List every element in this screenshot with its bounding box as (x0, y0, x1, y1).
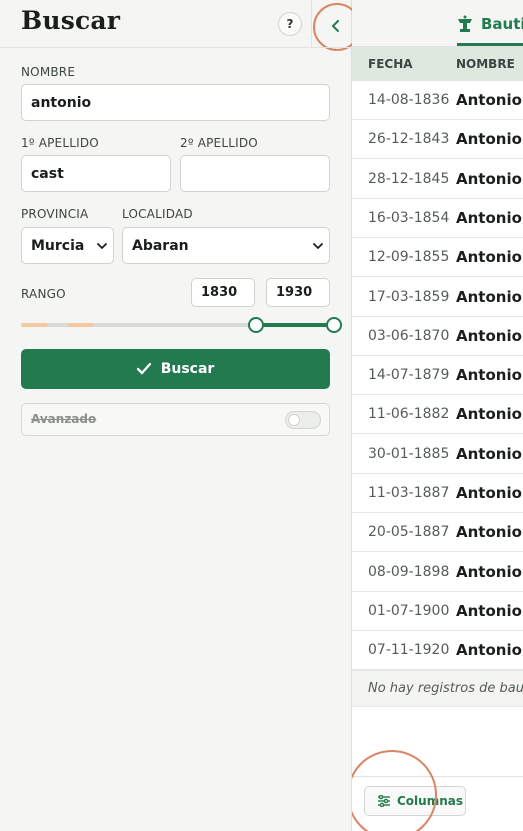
row-nombre: Antonio (456, 562, 522, 581)
table-row[interactable]: 26-12-1843 Antonio (352, 120, 523, 160)
row-nombre: Antonio F (456, 208, 523, 227)
row-nombre: Antonio (456, 130, 522, 149)
row-nombre: Antonio E (456, 366, 523, 385)
row-fecha: 11-06-1882 (368, 406, 450, 423)
apellido1-label: 1º APELLIDO (21, 136, 99, 150)
page-title: Buscar (21, 6, 121, 35)
check-icon (136, 363, 151, 375)
table-row[interactable]: 08-09-1898 Antonio (352, 553, 523, 592)
rango-slider-fill (256, 323, 334, 327)
advanced-toggle-row[interactable]: Avanzado (21, 403, 330, 436)
no-records-row: No hay registros de bautismos (352, 670, 523, 707)
rango-label: RANGO (21, 287, 66, 301)
row-fecha: 20-05-1887 (368, 524, 450, 541)
rango-slider-mark (21, 323, 47, 327)
chevron-down-icon (97, 242, 107, 249)
table-row[interactable]: 14-07-1879 Antonio E (352, 356, 523, 396)
tab-label: Bautismos (481, 14, 523, 33)
row-fecha: 16-03-1854 (368, 209, 450, 226)
table-row[interactable]: 12-09-1855 Antonio L (352, 238, 523, 278)
table-header: FECHA NOMBRE (352, 47, 523, 81)
chevron-left-icon (332, 20, 339, 32)
row-nombre: Antonio F (456, 287, 523, 306)
row-nombre: Antonio L (456, 248, 523, 267)
results-panel: Bautismos FECHA NOMBRE 14-08-1836 Antonio… (352, 0, 523, 831)
apellido2-input[interactable] (180, 155, 330, 192)
row-nombre: Antonio E (456, 405, 523, 424)
results-footer: Columnas (352, 750, 523, 831)
app-root: Buscar ? NOMBRE antonio 1º APELLIDO cast… (0, 0, 523, 831)
row-fecha: 11-03-1887 (368, 485, 450, 501)
row-nombre: Antonio E (456, 484, 523, 502)
apellido1-input[interactable]: cast (21, 155, 171, 192)
provincia-value: Murcia (31, 237, 85, 254)
row-fecha: 26-12-1843 (368, 131, 450, 148)
row-fecha: 28-12-1845 (368, 170, 450, 187)
advanced-toggle[interactable] (285, 411, 321, 429)
column-header-nombre[interactable]: NOMBRE (456, 57, 515, 71)
row-fecha: 01-07-1900 (368, 602, 450, 619)
row-fecha: 14-07-1879 (368, 367, 450, 384)
search-button[interactable]: Buscar (21, 349, 330, 389)
rango-slider-thumb-from[interactable] (248, 317, 264, 333)
tab-active-indicator (457, 43, 523, 46)
toggle-knob (288, 414, 300, 426)
table-row[interactable]: 07-11-1920 Antonio (352, 631, 523, 671)
baptismal-font-icon (458, 15, 472, 32)
row-nombre: Antonio (456, 444, 522, 463)
row-fecha: 08-09-1898 (368, 563, 450, 580)
table-row[interactable]: 11-03-1887 Antonio E (352, 474, 523, 513)
header-divider (311, 0, 312, 47)
table-row[interactable]: 03-06-1870 Antonio I (352, 317, 523, 356)
help-icon: ? (286, 17, 294, 31)
rango-slider-mark (68, 323, 94, 327)
row-fecha: 30-01-1885 (368, 445, 450, 462)
no-records-text: No hay registros de bautismos (368, 681, 523, 696)
rango-slider-thumb-to[interactable] (326, 317, 342, 333)
table-row[interactable]: 01-07-1900 Antonio C (352, 592, 523, 631)
search-button-label: Buscar (160, 361, 215, 377)
search-panel: Buscar ? NOMBRE antonio 1º APELLIDO cast… (0, 0, 361, 831)
tab-bautismos[interactable]: Bautismos (457, 0, 523, 47)
provincia-select[interactable]: Murcia (21, 227, 114, 264)
row-nombre: Antonio (456, 91, 522, 109)
row-nombre: Antonio (456, 523, 522, 542)
row-fecha: 07-11-1920 (368, 642, 450, 659)
header-separator (0, 47, 352, 48)
table-row[interactable]: 16-03-1854 Antonio F (352, 199, 523, 238)
nombre-input[interactable]: antonio (21, 84, 330, 121)
apellido2-label: 2º APELLIDO (180, 136, 258, 150)
highlight-ring (352, 750, 437, 831)
localidad-value: Abaran (132, 237, 189, 254)
localidad-label: LOCALIDAD (122, 207, 193, 221)
table-row[interactable]: 20-05-1887 Antonio (352, 513, 523, 553)
row-fecha: 03-06-1870 (368, 327, 450, 344)
table-row[interactable]: 28-12-1845 Antonio (352, 160, 523, 199)
help-button[interactable]: ? (278, 12, 302, 36)
table-row[interactable]: 14-08-1836 Antonio (352, 81, 523, 120)
row-fecha: 12-09-1855 (368, 249, 450, 266)
table-row[interactable]: 17-03-1859 Antonio F (352, 278, 523, 317)
localidad-select[interactable]: Abaran (122, 227, 330, 264)
table-row[interactable]: 11-06-1882 Antonio E (352, 395, 523, 435)
row-nombre: Antonio C (456, 601, 523, 620)
nombre-label: NOMBRE (21, 65, 76, 79)
rango-from-input[interactable]: 1830 (191, 278, 255, 307)
row-nombre: Antonio I (456, 326, 523, 345)
column-header-fecha[interactable]: FECHA (368, 57, 413, 71)
table-row[interactable]: 30-01-1885 Antonio (352, 435, 523, 474)
chevron-down-icon (313, 242, 323, 249)
advanced-label: Avanzado (31, 412, 97, 426)
row-nombre: Antonio (456, 641, 522, 660)
row-fecha: 17-03-1859 (368, 288, 450, 305)
provincia-label: PROVINCIA (21, 207, 89, 221)
rango-to-input[interactable]: 1930 (266, 278, 330, 307)
row-nombre: Antonio (456, 169, 522, 188)
results-tabbar: Bautismos (352, 0, 523, 47)
row-fecha: 14-08-1836 (368, 92, 450, 108)
